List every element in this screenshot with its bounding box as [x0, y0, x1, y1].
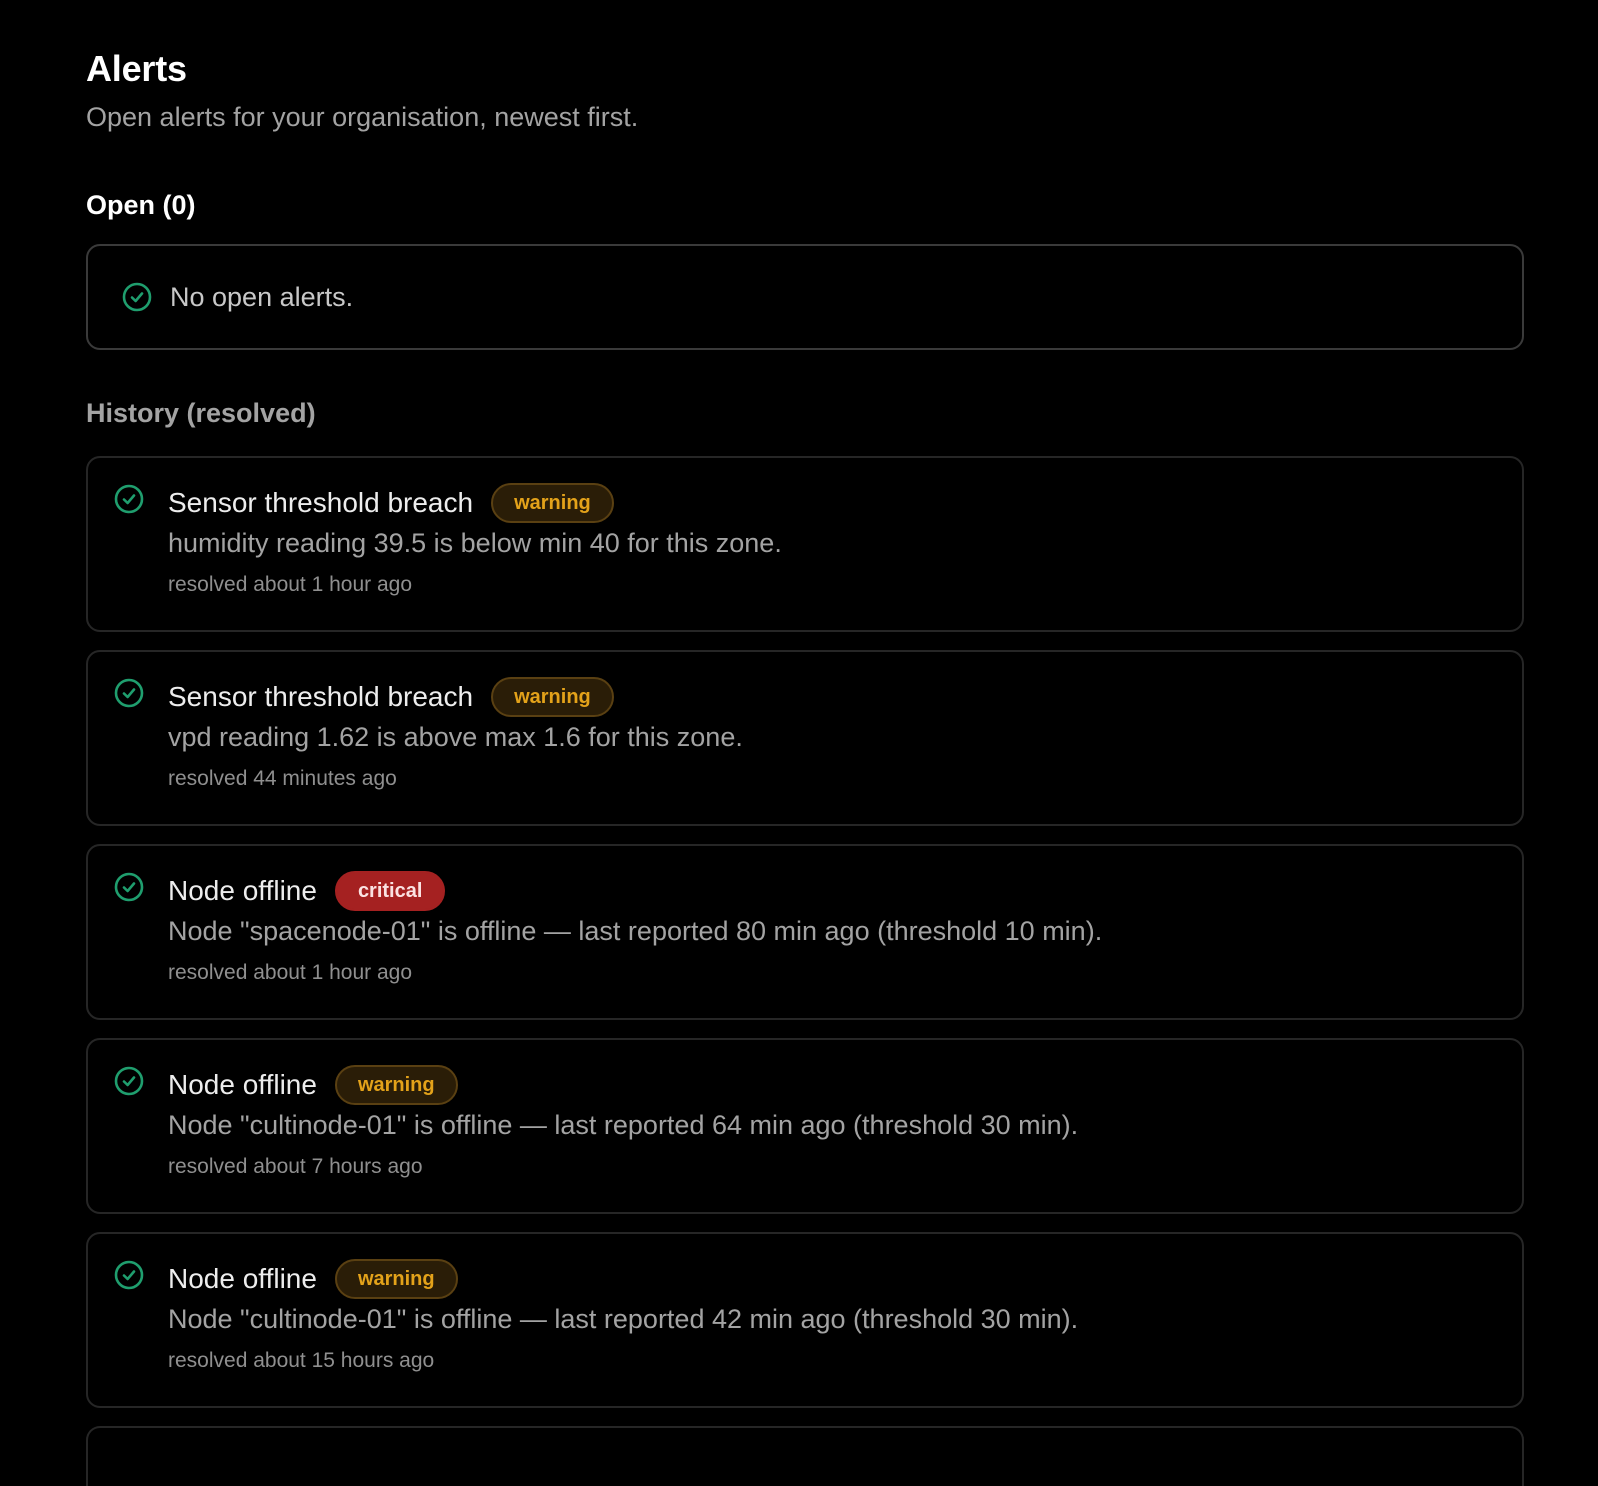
alert-resolved-time: resolved about 1 hour ago	[168, 961, 413, 984]
alert-description: Node "spacenode-01" is offline — last re…	[168, 916, 1103, 946]
alert-description: Node "cultinode-01" is offline — last re…	[168, 1110, 1079, 1140]
alert-title-row: Node offline warning	[168, 1258, 458, 1300]
empty-state-text: No open alerts.	[170, 281, 354, 312]
severity-badge: warning	[334, 1259, 458, 1299]
alert-description: humidity reading 39.5 is below min 40 fo…	[168, 528, 782, 558]
severity-badge: warning	[491, 677, 614, 717]
alert-description: vpd reading 1.62 is above max 1.6 for th…	[168, 722, 743, 752]
alert-description: Node "cultinode-01" is offline — last re…	[168, 1304, 1079, 1334]
alert-title: Node offline	[168, 875, 317, 906]
history-alert-list: Sensor threshold breach warning humidity r…	[86, 456, 1524, 1486]
severity-badge: critical	[334, 871, 446, 911]
history-section-heading: History (resolved)	[86, 398, 316, 428]
open-alerts-empty-state: No open alerts.	[86, 244, 1524, 350]
alert-card[interactable]: Node offline warning Node "cultinode-01" i…	[86, 1232, 1524, 1408]
check-circle-icon	[114, 1066, 144, 1096]
alert-card[interactable]	[86, 1426, 1524, 1486]
alert-title-row: Sensor threshold breach warning	[168, 482, 614, 524]
severity-badge: warning	[491, 483, 614, 523]
alert-card[interactable]: Node offline warning Node "cultinode-01" i…	[86, 1038, 1524, 1214]
alert-resolved-time: resolved about 15 hours ago	[168, 1349, 435, 1372]
alert-title-row: Node offline critical	[168, 870, 446, 912]
page-title: Alerts	[86, 48, 187, 89]
alert-card[interactable]: Sensor threshold breach warning humidity r…	[86, 456, 1524, 632]
alert-title: Node offline	[168, 1263, 317, 1294]
check-circle-icon	[114, 678, 144, 708]
check-circle-icon	[114, 1260, 144, 1290]
check-circle-icon	[114, 484, 144, 514]
alert-resolved-time: resolved about 7 hours ago	[168, 1155, 423, 1178]
alert-title-row: Node offline warning	[168, 1064, 458, 1106]
severity-badge: warning	[334, 1065, 458, 1105]
check-circle-icon	[114, 872, 144, 902]
alert-resolved-time: resolved 44 minutes ago	[168, 767, 397, 790]
alert-title-row: Sensor threshold breach warning	[168, 676, 614, 718]
check-circle-icon	[122, 282, 152, 312]
page-subtitle: Open alerts for your organisation, newes…	[86, 102, 639, 132]
alert-title: Sensor threshold breach	[168, 487, 474, 518]
open-section-heading: Open (0)	[86, 190, 196, 220]
alert-title: Sensor threshold breach	[168, 681, 474, 712]
alert-title: Node offline	[168, 1069, 317, 1100]
alert-resolved-time: resolved about 1 hour ago	[168, 573, 413, 596]
alert-card[interactable]: Node offline critical Node "spacenode-01" …	[86, 844, 1524, 1020]
alert-card[interactable]: Sensor threshold breach warning vpd readin…	[86, 650, 1524, 826]
